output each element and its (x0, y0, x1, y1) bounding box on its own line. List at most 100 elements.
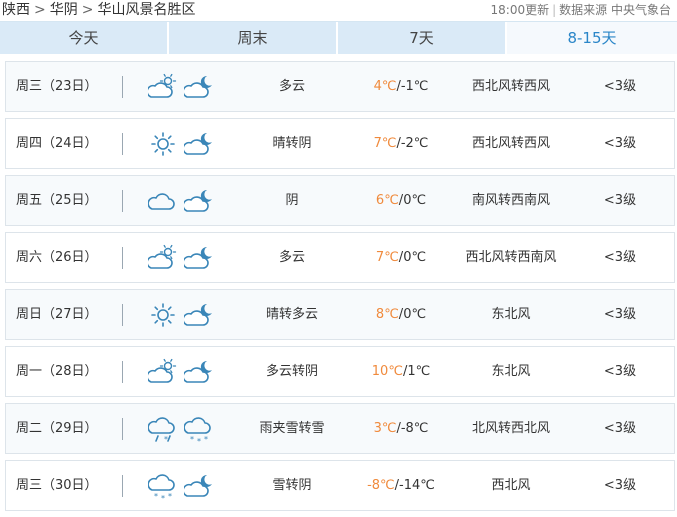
forecast-row: 周四（24日） 晴转阴 7℃/-2℃ 西北风转西风 <3级 (5, 118, 675, 169)
wind-direction: 北风转西北风 (471, 421, 550, 436)
divider (122, 76, 123, 98)
divider (122, 475, 123, 497)
forecast-row: 周三（23日） 多云 4℃/-1℃ 西北风转西风 <3级 (5, 61, 675, 112)
weather-description: 阴 (285, 193, 299, 208)
data-source: 数据来源 中央气象台 (559, 3, 671, 17)
forecast-list: 周三（23日） 多云 4℃/-1℃ 西北风转西风 <3级 周四（24日） 晴转阴 7℃/-2℃… (5, 61, 675, 517)
temp-high: 3℃ (373, 421, 397, 436)
forecast-date: 周三（23日） (16, 79, 98, 94)
weather-description: 多云 (278, 79, 305, 94)
breadcrumb-province[interactable]: 陕西 (2, 2, 30, 18)
forecast-row: 周一（28日） 多云转阴 10℃/1℃ 东北风 <3级 (5, 346, 675, 397)
sunny-icon (151, 303, 175, 327)
weather-description: 晴转多云 (265, 307, 318, 322)
temp-low: 1℃ (407, 364, 431, 379)
temp-high: 7℃ (373, 136, 397, 151)
wind-level: <3级 (603, 478, 637, 493)
forecast-row: 周三（30日） * * * 雪转阴 -8℃/-14℃ 西北风 <3级 (5, 460, 675, 511)
partly-cloudy-night-icon (184, 75, 212, 98)
forecast-date: 周日（27日） (16, 307, 98, 322)
partly-cloudy-day-icon (148, 358, 177, 383)
forecast-date: 周六（26日） (16, 250, 98, 265)
breadcrumb-city[interactable]: 华阴 (50, 2, 78, 18)
temp-low: -1℃ (400, 79, 429, 94)
temp-low: 0℃ (403, 193, 427, 208)
weather-description: 雨夹雪转雪 (259, 421, 325, 436)
temp-high: 7℃ (375, 250, 399, 265)
weather-description: 多云转阴 (265, 364, 318, 379)
forecast-row: 周二（29日） * * * * 雨夹雪转雪 3℃/-8℃ 北风转西北风 <3级 (5, 403, 675, 454)
overcast-icon (148, 193, 175, 210)
forecast-row: 周六（26日） 多云 7℃/0℃ 西北风转西南风 <3级 (5, 232, 675, 283)
breadcrumb-separator: > (81, 2, 94, 18)
svg-text:*: * (190, 435, 194, 443)
divider (122, 304, 123, 326)
forecast-date: 周一（28日） (16, 364, 98, 379)
temp-low: -2℃ (400, 136, 429, 151)
wind-level: <3级 (603, 193, 637, 208)
wind-level: <3级 (603, 421, 637, 436)
weather-description: 雪转阴 (272, 478, 312, 493)
weather-description: 多云 (278, 250, 305, 265)
breadcrumb-location: 华山风景名胜区 (97, 2, 196, 18)
forecast-tabs: 今天 周末 7天 8-15天 (0, 21, 677, 56)
svg-text:*: * (154, 492, 158, 500)
svg-text:*: * (168, 492, 172, 500)
temp-high: 6℃ (375, 193, 399, 208)
snow-icon: * * * (148, 474, 175, 500)
top-bar: 陕西 > 华阴 > 华山风景名胜区 18:00更新 | 数据来源 中央气象台 (0, 0, 677, 20)
wind-direction: 南风转西南风 (471, 193, 550, 208)
temp-low: -8℃ (400, 421, 429, 436)
wind-level: <3级 (603, 136, 637, 151)
temp-low: 0℃ (403, 307, 427, 322)
wind-direction: 东北风 (491, 307, 531, 322)
temperature: 7℃/-2℃ (356, 119, 446, 168)
wind-direction: 东北风 (491, 364, 531, 379)
divider (122, 133, 123, 155)
temp-low: 0℃ (403, 250, 427, 265)
partly-cloudy-night-icon (184, 132, 212, 155)
partly-cloudy-night-icon (184, 474, 212, 497)
snow-icon: * * * (184, 417, 211, 443)
wind-level: <3级 (603, 364, 637, 379)
temp-high: 10℃ (371, 364, 403, 379)
sunny-icon (151, 132, 175, 156)
temp-high: 8℃ (375, 307, 399, 322)
tab-weekend[interactable]: 周末 (169, 22, 338, 54)
weather-description: 晴转阴 (272, 136, 312, 151)
temperature: 4℃/-1℃ (356, 62, 446, 111)
divider (122, 190, 123, 212)
temperature: -8℃/-14℃ (356, 461, 446, 510)
wind-direction: 西北风转西南风 (465, 250, 557, 265)
partly-cloudy-day-icon (148, 73, 177, 98)
temperature: 3℃/-8℃ (356, 404, 446, 453)
forecast-row: 周日（27日） 晴转多云 8℃/0℃ 东北风 <3级 (5, 289, 675, 340)
breadcrumb: 陕西 > 华阴 > 华山风景名胜区 (2, 0, 195, 20)
divider (122, 418, 123, 440)
svg-text:*: * (161, 494, 165, 500)
divider (122, 361, 123, 383)
wind-direction: 西北风 (491, 478, 531, 493)
partly-cloudy-night-icon (184, 360, 212, 383)
wind-level: <3级 (603, 250, 637, 265)
temp-high: -8℃ (367, 478, 395, 493)
temperature: 8℃/0℃ (356, 290, 446, 339)
temp-low: -14℃ (399, 478, 435, 493)
partly-cloudy-night-icon (184, 189, 212, 212)
wind-level: <3级 (603, 307, 637, 322)
wind-direction: 西北风转西风 (471, 136, 550, 151)
update-info: 18:00更新 | 数据来源 中央气象台 (490, 3, 671, 17)
forecast-row: 周五（25日） 阴 6℃/0℃ 南风转西南风 <3级 (5, 175, 675, 226)
tab-8-15-days[interactable]: 8-15天 (507, 22, 677, 54)
temperature: 6℃/0℃ (356, 176, 446, 225)
tab-today[interactable]: 今天 (0, 22, 169, 54)
partly-cloudy-night-icon (184, 303, 212, 326)
divider (122, 247, 123, 269)
forecast-date: 周四（24日） (16, 136, 98, 151)
update-time: 18:00更新 (490, 3, 550, 17)
svg-text:*: * (204, 435, 208, 443)
tab-7-days[interactable]: 7天 (338, 22, 507, 54)
forecast-date: 周二（29日） (16, 421, 98, 436)
temperature: 7℃/0℃ (356, 233, 446, 282)
temp-high: 4℃ (373, 79, 397, 94)
